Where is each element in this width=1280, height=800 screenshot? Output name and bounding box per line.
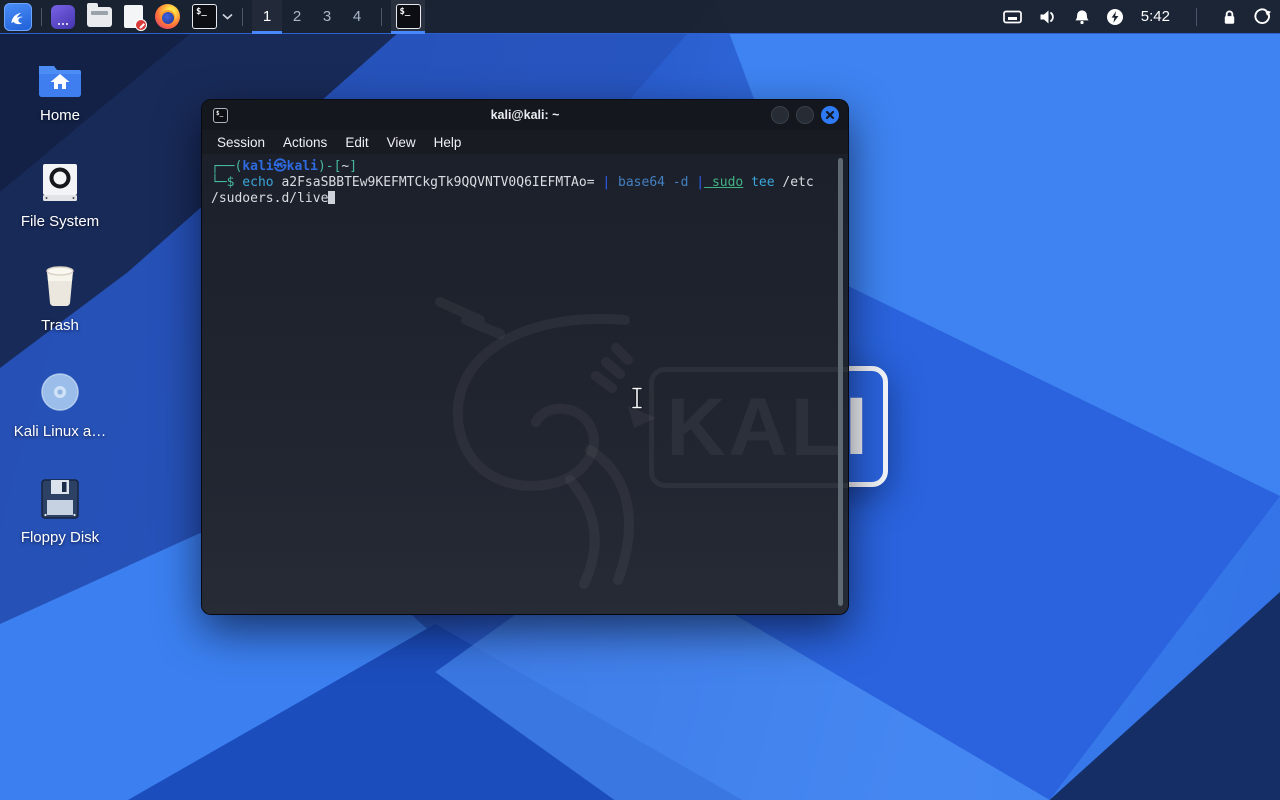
desktop-icon-label: Home — [39, 107, 80, 124]
notifications-bell-icon[interactable] — [1073, 8, 1091, 26]
terminal-launcher[interactable]: $_ — [192, 0, 233, 34]
desktop-icon-label: Kali Linux a… — [13, 423, 107, 440]
taskbar-terminal-window-button[interactable]: $_ — [391, 0, 425, 34]
panel-separator — [381, 7, 382, 26]
firefox-launcher[interactable] — [155, 0, 180, 34]
close-icon — [825, 110, 835, 120]
terminal-icon: $_ — [192, 4, 217, 29]
terminal-icon: $_ — [213, 107, 228, 123]
cd-disc-icon — [41, 373, 79, 411]
terminal-content[interactable]: KALI ┌──(kali㉿kali)-[~] └─$ echo a2FsaSB… — [202, 154, 848, 614]
file-manager-icon — [87, 2, 112, 27]
workspace-1[interactable]: 1 — [252, 0, 282, 34]
ibeam-cursor — [631, 386, 643, 410]
minimize-button[interactable] — [771, 106, 789, 124]
volume-icon[interactable] — [1038, 8, 1058, 26]
cmd-arg-path-wrapped: /sudoers.d/live — [211, 191, 329, 206]
text-editor-launcher[interactable] — [124, 0, 147, 34]
hard-drive-icon — [43, 164, 77, 201]
app-launcher-purple[interactable] — [51, 0, 75, 34]
kali-dragon-watermark-icon — [435, 297, 656, 589]
cmd-sudo: sudo — [704, 175, 744, 190]
workspace-switcher: 1 2 3 4 — [252, 0, 372, 34]
desktop-icon-file-system[interactable]: File System — [8, 158, 112, 230]
desktop-icon-label: Trash — [41, 317, 79, 334]
prompt-frame: )-[ — [317, 159, 342, 174]
file-manager-launcher[interactable] — [87, 0, 112, 34]
cmd-tee: tee — [743, 175, 775, 190]
terminal-menubar: Session Actions Edit View Help — [202, 130, 848, 154]
prompt-frame: ] — [349, 159, 358, 174]
menu-edit[interactable]: Edit — [336, 135, 377, 150]
home-folder-icon — [39, 66, 81, 97]
text-editor-icon — [124, 5, 147, 31]
terminal-window[interactable]: $_ kali@kali: ~ Session Actions Edit Vie… — [202, 100, 848, 614]
window-title: kali@kali: ~ — [490, 108, 560, 122]
desktop-screen: KALI $_ — [0, 0, 1280, 800]
shell-output: ┌──(kali㉿kali)-[~] └─$ echo a2FsaSBBTEw9… — [211, 159, 830, 207]
workspace-2[interactable]: 2 — [282, 0, 312, 34]
cmd-arg-base64-string: a2FsaSBBTEw9KEFMTCkgTk9QQVNTV0Q6IEFMTAo= — [273, 175, 595, 190]
window-controls — [771, 106, 839, 124]
workspace-3[interactable]: 3 — [312, 0, 342, 34]
terminal-scrollbar[interactable] — [838, 158, 843, 606]
menu-help[interactable]: Help — [425, 135, 471, 150]
desktop-icon-label: Floppy Disk — [20, 529, 100, 546]
desktop-icon-trash[interactable]: Trash — [8, 262, 112, 334]
terminal-icon: $_ — [395, 4, 421, 29]
maximize-button[interactable] — [796, 106, 814, 124]
prompt-frame: ┌──( — [211, 159, 243, 174]
text-cursor — [328, 191, 336, 204]
system-tray: 5:42 — [1002, 7, 1272, 26]
logout-icon[interactable] — [1253, 7, 1272, 26]
prompt-symbol: └─$ — [211, 175, 235, 190]
power-manager-icon[interactable] — [1106, 8, 1124, 26]
desktop-icon-kali-cd[interactable]: Kali Linux a… — [8, 368, 112, 440]
panel-separator — [1196, 7, 1197, 26]
top-panel: $_ 1 2 3 4 $_ 5:42 — [0, 0, 1280, 34]
panel-clock[interactable]: 5:42 — [1141, 8, 1170, 25]
desktop-icon-floppy[interactable]: Floppy Disk — [8, 474, 112, 546]
trash-bin-icon — [46, 266, 74, 307]
floppy-disk-icon — [41, 479, 79, 519]
workspace-4[interactable]: 4 — [342, 0, 372, 34]
menu-actions[interactable]: Actions — [274, 135, 336, 150]
panel-separator — [242, 7, 243, 26]
network-icon[interactable] — [1002, 8, 1023, 26]
pipe-operator: | — [688, 175, 705, 190]
lock-screen-icon[interactable] — [1221, 8, 1238, 26]
purple-app-icon — [51, 4, 75, 29]
applications-menu-button[interactable] — [4, 2, 32, 31]
cmd-arg-path: /etc — [774, 175, 814, 190]
cmd-base64: base64 -d — [610, 175, 689, 190]
quick-launchers: $_ — [51, 0, 233, 34]
menu-session[interactable]: Session — [208, 135, 274, 150]
chevron-down-icon[interactable] — [222, 13, 233, 20]
close-button[interactable] — [821, 106, 839, 124]
edit-badge-icon — [135, 19, 147, 31]
firefox-icon — [155, 4, 180, 29]
kali-dragon-icon — [11, 12, 23, 24]
cmd-echo: echo — [234, 175, 274, 190]
kali-watermark-through-glass: KALI — [649, 367, 848, 488]
window-titlebar[interactable]: $_ kali@kali: ~ — [202, 100, 848, 130]
desktop-icon-label: File System — [20, 213, 100, 230]
desktop-icon-home[interactable]: Home — [8, 52, 112, 124]
menu-view[interactable]: View — [378, 135, 425, 150]
panel-separator — [41, 7, 42, 26]
prompt-user: kali㉿kali — [242, 159, 318, 174]
pipe-operator: | — [594, 175, 611, 190]
